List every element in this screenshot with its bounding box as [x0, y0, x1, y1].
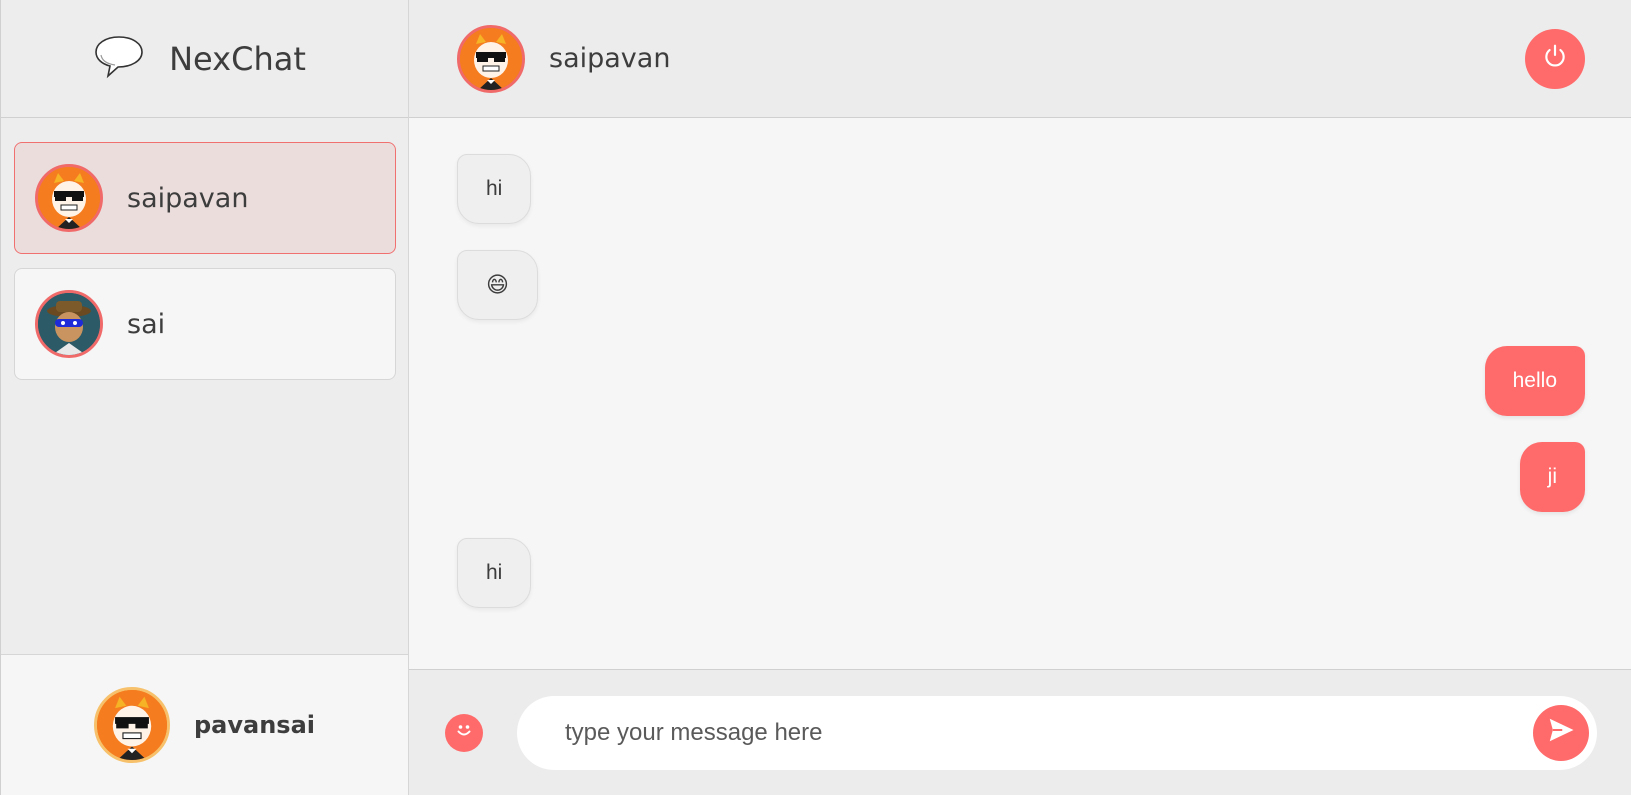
message-outgoing: ji [1519, 442, 1585, 512]
cat-sunglasses-avatar[interactable] [93, 687, 170, 763]
cat-sunglasses-avatar [457, 24, 525, 93]
message-list: hi 😄 hello ji hi [409, 118, 1631, 669]
contact-item-saipavan[interactable]: saipavan [14, 142, 396, 254]
message-incoming: 😄 [457, 250, 538, 320]
app-title: NexChat [169, 39, 306, 78]
speech-bubble-icon [93, 33, 145, 84]
chat-contact-name: saipavan [549, 43, 671, 74]
chat-panel: saipavan hi 😄 hello ji hi [409, 0, 1631, 795]
power-icon [1542, 43, 1568, 74]
emoji-picker-button[interactable] [445, 713, 483, 752]
cowboy-masked-avatar [35, 290, 103, 358]
contact-name: sai [127, 308, 166, 340]
message-outgoing: hello [1484, 346, 1585, 416]
app-root: NexChat saipavan sai pavansai saipavan h… [0, 0, 1631, 795]
message-incoming: hi [457, 538, 532, 608]
smiley-icon [452, 718, 476, 747]
contact-list: saipavan sai [1, 118, 408, 654]
brand-header: NexChat [1, 0, 408, 118]
send-icon [1546, 715, 1576, 750]
logout-button[interactable] [1525, 28, 1585, 89]
message-incoming: hi [457, 154, 532, 224]
contact-name: saipavan [127, 182, 249, 214]
chat-header: saipavan [409, 0, 1631, 118]
contact-item-sai[interactable]: sai [14, 268, 396, 380]
send-button[interactable] [1533, 704, 1589, 761]
message-input[interactable] [565, 718, 1533, 747]
current-user-panel: pavansai [1, 654, 408, 795]
cat-sunglasses-avatar [35, 164, 103, 232]
message-input-wrapper [517, 695, 1597, 770]
message-composer [409, 669, 1631, 795]
current-user-name: pavansai [193, 711, 315, 739]
sidebar: NexChat saipavan sai pavansai [0, 0, 409, 795]
